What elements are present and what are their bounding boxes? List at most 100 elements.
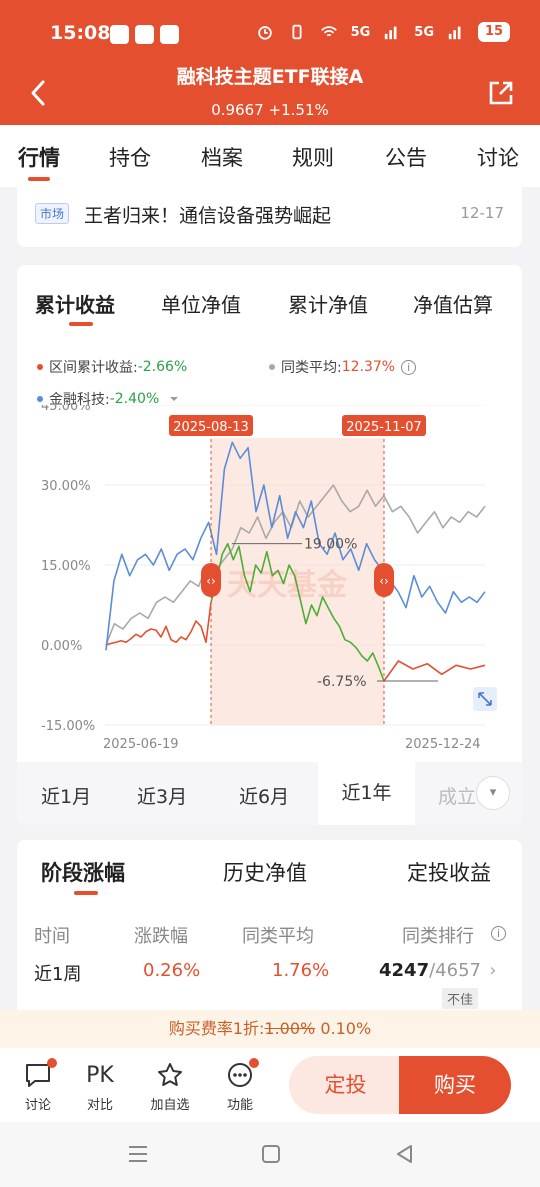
bottom-action-bar: 讨论 PK 对比 加自选 功能 定投 购买 xyxy=(0,1048,540,1122)
tab-rules[interactable]: 规则 xyxy=(292,142,334,172)
tab-stage-returns[interactable]: 阶段涨幅 xyxy=(41,857,125,887)
nav-value: 0.9667 xyxy=(211,101,264,119)
row-period: 近1周 xyxy=(34,964,82,985)
vibrate-icon xyxy=(292,24,302,40)
news-app-icon xyxy=(135,25,154,44)
y-tick-label: 45.00% xyxy=(41,405,91,414)
signal-5g-label-2: 5G xyxy=(414,24,434,40)
more-periods-button[interactable]: ▾ xyxy=(476,776,510,810)
chart-tab-nav-estimate[interactable]: 净值估算 xyxy=(413,289,493,318)
y-tick-label: -15.00% xyxy=(41,719,95,734)
sip-button[interactable]: 定投 xyxy=(289,1056,402,1114)
header-bar: 15:08 5G 5G 15 融科技主题ETF联接A 0.9667 +1.51% xyxy=(0,0,540,125)
functions-button[interactable]: 功能 xyxy=(215,1058,265,1113)
legend-peer-value: 12.37% xyxy=(341,359,396,375)
status-bar: 15:08 5G 5G 15 xyxy=(0,0,540,60)
tab-history-nav[interactable]: 历史净值 xyxy=(223,857,307,887)
fee-promo-banner[interactable]: 购买费率1折:1.00% 0.10% xyxy=(0,1010,540,1048)
rank-info-icon[interactable]: i xyxy=(491,926,506,941)
stage-tab-indicator xyxy=(74,891,98,895)
menu-icon[interactable] xyxy=(127,1144,149,1164)
range-end-label: 2025-11-07 xyxy=(346,420,422,435)
period-1m[interactable]: 近1月 xyxy=(41,782,91,809)
share-icon[interactable] xyxy=(486,78,516,108)
tab-discussion[interactable]: 讨论 xyxy=(477,142,519,172)
wifi-icon xyxy=(320,26,337,37)
period-selector: 近1月 近3月 近6月 近1年 成立 ▾ xyxy=(17,762,522,825)
add-watchlist-button[interactable]: 加自选 xyxy=(145,1060,195,1113)
period-inception[interactable]: 成立 xyxy=(438,782,476,809)
chart-watermark: 天天基金 xyxy=(227,568,348,603)
message-app-icon xyxy=(160,25,179,44)
rank-total: /4657 xyxy=(429,960,481,981)
news-headline: 王者归来！通信设备强势崛起 xyxy=(84,205,332,227)
legend-interval-label: 区间累计收益: xyxy=(49,360,138,376)
row-rank[interactable]: 4247/4657 › xyxy=(379,960,496,981)
legend-peer: 同类平均: 12.37% i xyxy=(269,357,417,377)
news-item[interactable]: 市场 王者归来！通信设备强势崛起 12-17 xyxy=(17,187,522,247)
compare-label: 对比 xyxy=(86,1098,113,1113)
y-tick-label: 0.00% xyxy=(41,639,82,654)
chart-tab-cumulative-return[interactable]: 累计收益 xyxy=(35,289,115,318)
col-period: 时间 xyxy=(34,926,70,947)
return-chart[interactable]: 45.00% 30.00% 15.00% 0.00% -15.00% 2025-06-19… xyxy=(17,405,522,765)
y-tick-label: 30.00% xyxy=(41,479,91,494)
period-1y[interactable]: 近1年 xyxy=(318,762,415,825)
promo-prefix: 购买费率1折: xyxy=(168,1019,265,1038)
tab-market[interactable]: 行情 xyxy=(18,142,60,172)
x-tick-end: 2025-12-24 xyxy=(405,737,481,752)
home-square-icon[interactable] xyxy=(260,1144,282,1164)
discuss-button[interactable]: 讨论 xyxy=(13,1058,63,1113)
series-line xyxy=(383,660,486,682)
discuss-label: 讨论 xyxy=(24,1098,51,1113)
back-triangle-icon[interactable] xyxy=(394,1144,416,1164)
func-label: 功能 xyxy=(226,1098,253,1113)
weibo-app-icon xyxy=(110,25,129,44)
period-3m[interactable]: 近3月 xyxy=(137,782,187,809)
info-icon[interactable]: i xyxy=(401,359,417,375)
buy-button[interactable]: 购买 xyxy=(399,1056,511,1114)
chart-card: 累计收益 单位净值 累计净值 净值估算 区间累计收益: -2.66% 同类平均:… xyxy=(17,265,522,825)
row-change: 0.26% xyxy=(143,960,201,981)
legend-peer-label: 同类平均: xyxy=(281,360,342,376)
pk-icon: PK xyxy=(86,1062,114,1088)
col-peer-avg: 同类平均 xyxy=(242,926,314,947)
tab-holdings[interactable]: 持仓 xyxy=(109,142,151,172)
legend-dot-index xyxy=(37,396,43,402)
handle-arrows-icon: ‹› xyxy=(206,574,216,588)
fund-nav-line: 0.9667 +1.51% xyxy=(0,101,540,119)
watch-label: 加自选 xyxy=(150,1098,190,1113)
signal-5g-label: 5G xyxy=(350,24,371,40)
news-date: 12-17 xyxy=(460,204,504,222)
main-tabs: 行情 持仓 档案 规则 公告 讨论 xyxy=(0,125,540,187)
rank-value: 4247 xyxy=(379,960,430,981)
stage-returns-card: 阶段涨幅 历史净值 定投收益 时间 涨跌幅 同类平均 同类排行 i 近1周 0.… xyxy=(17,840,522,1010)
signal-icon xyxy=(385,26,397,40)
tab-sip-returns[interactable]: 定投收益 xyxy=(407,857,491,887)
chart-tab-cumulative-nav[interactable]: 累计净值 xyxy=(288,289,368,318)
alarm-icon xyxy=(257,26,272,40)
legend-dot-interval xyxy=(37,364,43,370)
period-6m[interactable]: 近6月 xyxy=(239,782,289,809)
promo-old-rate: 1.00% xyxy=(264,1019,316,1038)
promo-new-rate: 0.10% xyxy=(320,1019,372,1038)
max-marker-label: 19.00% xyxy=(304,537,357,553)
system-nav-bar xyxy=(0,1122,540,1187)
status-icons: 5G 5G 15 xyxy=(255,22,510,42)
legend-interval-value: -2.66% xyxy=(137,359,188,375)
pk-compare-button[interactable]: PK 对比 xyxy=(75,1060,125,1114)
col-change: 涨跌幅 xyxy=(134,926,188,947)
handle-arrows-icon: ‹› xyxy=(379,574,389,588)
tab-profile[interactable]: 档案 xyxy=(201,142,243,172)
min-marker-label: -6.75% xyxy=(317,674,367,690)
chart-tab-indicator xyxy=(69,322,93,326)
chevron-right-icon: › xyxy=(489,960,497,981)
y-tick-label: 15.00% xyxy=(41,559,91,574)
notification-dot xyxy=(47,1058,57,1068)
rank-rating-badge: 不佳 xyxy=(442,988,479,1009)
legend-dot-peer xyxy=(269,364,275,370)
chart-tab-unit-nav[interactable]: 单位净值 xyxy=(161,289,241,318)
star-icon xyxy=(158,1063,182,1086)
tab-announcements[interactable]: 公告 xyxy=(385,142,427,172)
series-line xyxy=(105,602,212,646)
